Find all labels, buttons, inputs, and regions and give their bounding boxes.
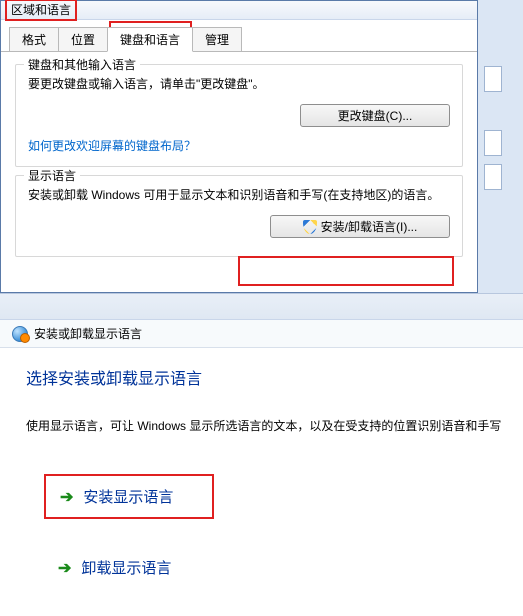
region-language-dialog: 区域和语言 格式 位置 键盘和语言 管理 键盘和其他输入语言 要更改键盘或输入语… [0,0,478,293]
group-display-title: 显示语言 [24,167,80,184]
highlight-box [238,256,454,286]
uninstall-link-label: 卸载显示语言 [81,557,171,578]
tab-administrative[interactable]: 管理 [192,27,242,51]
group-keyboard-desc: 要更改键盘或输入语言，请单击"更改键盘"。 [28,75,450,94]
tabstrip: 格式 位置 键盘和语言 管理 [1,26,477,52]
tab-keyboards-languages[interactable]: 键盘和语言 [107,27,193,52]
uac-shield-icon [303,220,317,234]
wizard-body: 选择安装或卸载显示语言 使用显示语言，可让 Windows 显示所选语言的文本，… [0,348,523,588]
group-display-desc: 安装或卸载 Windows 可用于显示文本和识别语音和手写(在支持地区)的语言。 [28,186,450,205]
wizard-header: 安装或卸载显示语言 [0,320,523,348]
install-uninstall-label: 安装/卸载语言(I)... [321,218,418,235]
group-keyboard-title: 键盘和其他输入语言 [24,56,140,73]
globe-icon [12,326,28,342]
change-keyboards-button[interactable]: 更改键盘(C)... [300,104,450,127]
arrow-right-icon: ➔ [58,558,71,578]
tab-format[interactable]: 格式 [9,27,59,51]
thumbnail [484,66,502,92]
thumbnail [484,130,502,156]
install-display-language-link[interactable]: ➔ 安装显示语言 [44,474,214,519]
wizard-header-title: 安装或卸载显示语言 [34,325,142,342]
arrow-right-icon: ➔ [60,487,73,507]
install-link-label: 安装显示语言 [83,486,173,507]
wizard-title: 选择安装或卸载显示语言 [26,370,503,389]
thumbnail [484,164,502,190]
tab-panel: 键盘和其他输入语言 要更改键盘或输入语言，请单击"更改键盘"。 更改键盘(C).… [1,52,477,257]
tab-location[interactable]: 位置 [58,27,108,51]
keyboard-layout-help-link[interactable]: 如何更改欢迎屏幕的键盘布局？ [28,139,196,153]
wizard-description: 使用显示语言，可让 Windows 显示所选语言的文本，以及在受支持的位置识别语… [26,417,503,436]
install-language-wizard: 安装或卸载显示语言 选择安装或卸载显示语言 使用显示语言，可让 Windows … [0,293,523,616]
dialog-title: 区域和语言 [5,0,77,21]
group-keyboard: 键盘和其他输入语言 要更改键盘或输入语言，请单击"更改键盘"。 更改键盘(C).… [15,64,463,167]
dialog-titlebar: 区域和语言 [1,0,477,20]
background-window-strip [478,0,523,293]
install-uninstall-languages-button[interactable]: 安装/卸载语言(I)... [270,215,450,238]
wizard-border-top [0,293,523,320]
group-display-language: 显示语言 安装或卸载 Windows 可用于显示文本和识别语音和手写(在支持地区… [15,175,463,257]
uninstall-display-language-link[interactable]: ➔ 卸载显示语言 [44,547,244,588]
